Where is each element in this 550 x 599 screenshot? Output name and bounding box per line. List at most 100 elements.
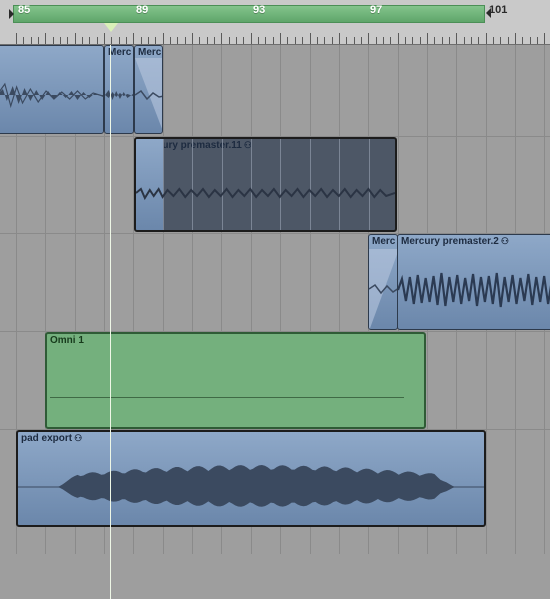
ruler-tick <box>354 37 355 44</box>
ruler-tick <box>464 37 465 44</box>
ruler-tick <box>23 37 24 44</box>
ruler-tick <box>412 37 413 44</box>
audio-region-mercury-premaster-11[interactable]: Mercury premaster.11 ⚇ <box>134 137 397 232</box>
ruler-tick <box>442 37 443 44</box>
ruler-tick <box>332 37 333 44</box>
waveform <box>0 82 103 109</box>
bar-number-85: 85 <box>18 4 31 16</box>
ruler-tick <box>471 37 472 44</box>
ruler-tick <box>522 37 523 44</box>
ruler-tick <box>148 37 149 44</box>
ruler-tick <box>324 37 325 44</box>
ruler-tick <box>478 37 479 44</box>
ruler-tick <box>141 37 142 44</box>
loop-icon: ⚇ <box>74 433 83 443</box>
ruler-tick <box>530 37 531 44</box>
scroll-left-icon[interactable] <box>9 9 14 19</box>
ruler-tick <box>104 33 105 44</box>
region-label: pad export ⚇ <box>21 433 83 444</box>
audio-region-track1-a[interactable] <box>0 45 104 134</box>
ruler-tick <box>82 37 83 44</box>
ruler-tick <box>346 37 347 44</box>
loop-icon: ⚇ <box>500 236 509 246</box>
ruler-tick <box>427 33 428 44</box>
ruler-tick <box>420 37 421 44</box>
bar-number-97: 97 <box>370 4 383 16</box>
ruler-tick <box>508 37 509 44</box>
ruler-tick <box>221 33 222 44</box>
ruler-tick <box>398 33 399 44</box>
ruler-tick <box>449 37 450 44</box>
tracks-area[interactable]: Merc Merc Mercury premaster.11 ⚇ Merc Me… <box>0 45 550 599</box>
bar-ruler[interactable]: 85 89 93 97 101 <box>0 0 550 45</box>
ruler-tick <box>317 37 318 44</box>
ruler-tick <box>251 33 252 44</box>
ruler-tick <box>273 37 274 44</box>
playhead-marker-icon[interactable] <box>104 23 118 32</box>
audio-region-merc-c[interactable]: Merc <box>368 234 398 330</box>
ruler-tick <box>405 37 406 44</box>
ruler-tick <box>119 37 120 44</box>
ruler-tick <box>75 33 76 44</box>
ruler-tick <box>192 33 193 44</box>
ruler-tick <box>383 37 384 44</box>
ruler-tick <box>214 37 215 44</box>
ruler-tick <box>207 37 208 44</box>
ruler-tick <box>295 37 296 44</box>
ruler-tick <box>500 37 501 44</box>
ruler-tick <box>265 37 266 44</box>
bar-number-89: 89 <box>136 4 149 16</box>
ruler-tick <box>515 33 516 44</box>
ruler-tick <box>199 37 200 44</box>
ruler-tick <box>45 33 46 44</box>
midi-region-omni-1[interactable]: Omni 1 <box>45 332 426 429</box>
ruler-tick <box>287 37 288 44</box>
waveform <box>18 465 484 507</box>
ruler-tick <box>163 33 164 44</box>
cycle-region[interactable] <box>13 5 485 23</box>
ruler-tick <box>537 37 538 44</box>
ruler-tick <box>67 37 68 44</box>
audio-region-merc-b[interactable]: Merc <box>134 45 163 134</box>
ruler-tick <box>243 37 244 44</box>
automation-line[interactable] <box>50 397 404 398</box>
ruler-tick <box>97 37 98 44</box>
ruler-tick <box>126 37 127 44</box>
fade-in-icon[interactable] <box>369 249 398 330</box>
ruler-tick <box>229 37 230 44</box>
fade-out-icon[interactable] <box>135 58 163 134</box>
audio-region-pad-export[interactable]: pad export ⚇ <box>16 430 486 527</box>
ruler-tick <box>38 37 39 44</box>
ruler-tick <box>16 33 17 44</box>
ruler-tick <box>89 37 90 44</box>
ruler-tick <box>170 37 171 44</box>
ruler-tick <box>185 37 186 44</box>
audio-region-merc-a[interactable]: Merc <box>104 45 134 134</box>
ruler-tick <box>310 33 311 44</box>
playhead-line[interactable] <box>110 45 111 599</box>
ruler-tick <box>361 37 362 44</box>
ruler-tick <box>376 37 377 44</box>
ruler-tick <box>486 33 487 44</box>
region-label: Merc <box>138 47 162 58</box>
region-label: Mercury premaster.2 ⚇ <box>401 236 509 247</box>
region-label: Merc <box>372 236 396 247</box>
ruler-tick <box>434 37 435 44</box>
ruler-tick <box>258 37 259 44</box>
bar-number-93: 93 <box>253 4 266 16</box>
waveform <box>398 272 550 308</box>
ruler-tick <box>155 37 156 44</box>
ruler-tick <box>456 33 457 44</box>
waveform <box>136 187 395 201</box>
ruler-tick <box>280 33 281 44</box>
ruler-tick <box>53 37 54 44</box>
ruler-tick <box>302 37 303 44</box>
ruler-tick <box>544 33 545 44</box>
region-label: Omni 1 <box>50 335 84 346</box>
ruler-tick <box>390 37 391 44</box>
ruler-tick <box>133 33 134 44</box>
ruler-tick <box>236 37 237 44</box>
ruler-tick <box>368 33 369 44</box>
audio-region-mercury-premaster-2[interactable]: Mercury premaster.2 ⚇ <box>397 234 550 330</box>
ruler-tick <box>31 37 32 44</box>
